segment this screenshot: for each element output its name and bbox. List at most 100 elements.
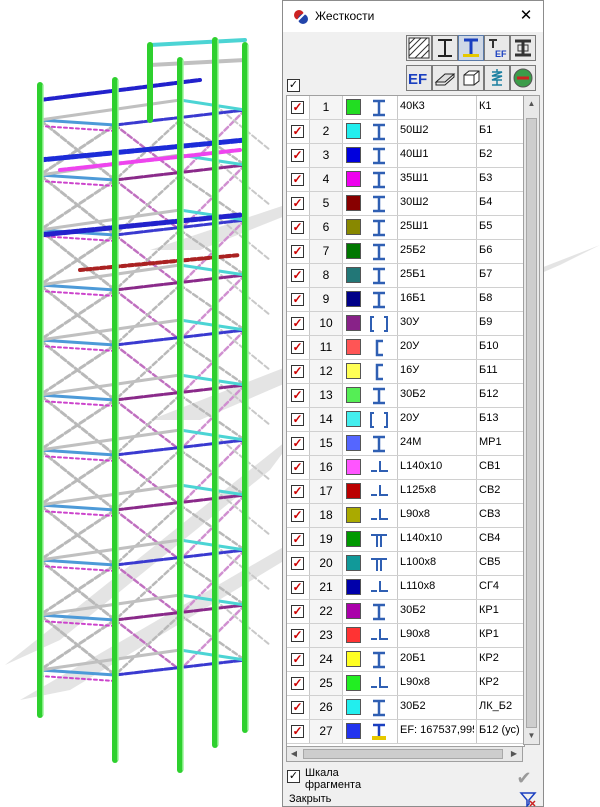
table-row[interactable]: ✓ 9 16Б1 Б8 xyxy=(287,288,524,312)
color-swatch[interactable] xyxy=(346,387,361,403)
global-icon[interactable] xyxy=(510,65,536,91)
table-row[interactable]: ✓ 7 25Б2 Б6 xyxy=(287,240,524,264)
table-row[interactable]: ✓ 27 EF: 167537,995 Б12 (ус) xyxy=(287,720,524,744)
table-row[interactable]: ✓ 24 20Б1 КР2 xyxy=(287,648,524,672)
table-row[interactable]: ✓ 8 25Б1 Б7 xyxy=(287,264,524,288)
row-visibility-checkbox[interactable]: ✓ xyxy=(291,245,304,258)
table-row[interactable]: ✓ 5 30Ш2 Б4 xyxy=(287,192,524,216)
color-swatch[interactable] xyxy=(346,99,361,115)
table-row[interactable]: ✓ 13 30Б2 Б12 xyxy=(287,384,524,408)
table-row[interactable]: ✓ 26 30Б2 ЛК_Б2 xyxy=(287,696,524,720)
fragment-scale-checkbox[interactable]: ✓ xyxy=(287,770,300,783)
table-row[interactable]: ✓ 4 35Ш1 Б3 xyxy=(287,168,524,192)
row-visibility-checkbox[interactable]: ✓ xyxy=(291,461,304,474)
composite-section-icon[interactable] xyxy=(510,35,536,61)
row-visibility-checkbox[interactable]: ✓ xyxy=(291,509,304,522)
row-visibility-checkbox[interactable]: ✓ xyxy=(291,269,304,282)
horizontal-scrollbar[interactable]: ◀ ▶ xyxy=(286,746,523,762)
color-swatch[interactable] xyxy=(346,531,361,547)
row-visibility-checkbox[interactable]: ✓ xyxy=(291,485,304,498)
i-beam-color-icon[interactable] xyxy=(458,35,484,61)
table-row[interactable]: ✓ 16 L140x10 СВ1 xyxy=(287,456,524,480)
table-row[interactable]: ✓ 6 25Ш1 Б5 xyxy=(287,216,524,240)
spring-icon[interactable] xyxy=(484,65,510,91)
color-swatch[interactable] xyxy=(346,243,361,259)
section-ef-icon[interactable]: EF xyxy=(484,35,510,61)
color-swatch[interactable] xyxy=(346,123,361,139)
table-row[interactable]: ✓ 3 40Ш1 Б2 xyxy=(287,144,524,168)
table-row[interactable]: ✓ 2 50Ш2 Б1 xyxy=(287,120,524,144)
row-visibility-checkbox[interactable]: ✓ xyxy=(291,389,304,402)
row-visibility-checkbox[interactable]: ✓ xyxy=(291,437,304,450)
solid-icon[interactable] xyxy=(458,65,484,91)
horizontal-scroll-thumb[interactable] xyxy=(303,749,503,759)
close-icon[interactable]: ✕ xyxy=(515,6,537,26)
row-visibility-checkbox[interactable]: ✓ xyxy=(291,173,304,186)
color-swatch[interactable] xyxy=(346,459,361,475)
color-swatch[interactable] xyxy=(346,363,361,379)
color-swatch[interactable] xyxy=(346,675,361,691)
color-swatch[interactable] xyxy=(346,171,361,187)
color-swatch[interactable] xyxy=(346,627,361,643)
table-row[interactable]: ✓ 21 L110x8 СГ4 xyxy=(287,576,524,600)
row-visibility-checkbox[interactable]: ✓ xyxy=(291,293,304,306)
scroll-down-icon[interactable]: ▼ xyxy=(524,728,539,744)
row-visibility-checkbox[interactable]: ✓ xyxy=(291,317,304,330)
color-swatch[interactable] xyxy=(346,219,361,235)
table-row[interactable]: ✓ 11 20У Б10 xyxy=(287,336,524,360)
ef-icon[interactable]: EF xyxy=(406,65,432,91)
close-button[interactable]: Закрыть xyxy=(289,793,331,805)
table-row[interactable]: ✓ 25 L90x8 КР2 xyxy=(287,672,524,696)
color-swatch[interactable] xyxy=(346,603,361,619)
row-visibility-checkbox[interactable]: ✓ xyxy=(291,221,304,234)
row-visibility-checkbox[interactable]: ✓ xyxy=(291,101,304,114)
row-visibility-checkbox[interactable]: ✓ xyxy=(291,365,304,378)
row-visibility-checkbox[interactable]: ✓ xyxy=(291,413,304,426)
table-row[interactable]: ✓ 20 L100x8 СВ5 xyxy=(287,552,524,576)
row-visibility-checkbox[interactable]: ✓ xyxy=(291,533,304,546)
color-swatch[interactable] xyxy=(346,651,361,667)
vertical-scrollbar[interactable]: ▲ ▼ xyxy=(523,95,540,745)
row-visibility-checkbox[interactable]: ✓ xyxy=(291,725,304,738)
color-swatch[interactable] xyxy=(346,267,361,283)
color-swatch[interactable] xyxy=(346,195,361,211)
row-visibility-checkbox[interactable]: ✓ xyxy=(291,581,304,594)
table-row[interactable]: ✓ 22 30Б2 КР1 xyxy=(287,600,524,624)
color-swatch[interactable] xyxy=(346,483,361,499)
row-visibility-checkbox[interactable]: ✓ xyxy=(291,653,304,666)
hatch-section-icon[interactable] xyxy=(406,35,432,61)
table-row[interactable]: ✓ 17 L125x8 СВ2 xyxy=(287,480,524,504)
scroll-right-icon[interactable]: ▶ xyxy=(507,746,521,762)
row-visibility-checkbox[interactable]: ✓ xyxy=(291,557,304,570)
row-visibility-checkbox[interactable]: ✓ xyxy=(291,341,304,354)
table-row[interactable]: ✓ 14 20У Б13 xyxy=(287,408,524,432)
plate-icon[interactable] xyxy=(432,65,458,91)
table-row[interactable]: ✓ 1 40К3 К1 xyxy=(287,96,524,120)
color-swatch[interactable] xyxy=(346,339,361,355)
row-visibility-checkbox[interactable]: ✓ xyxy=(291,701,304,714)
filter-icon[interactable] xyxy=(519,791,537,807)
color-swatch[interactable] xyxy=(346,579,361,595)
scroll-up-icon[interactable]: ▲ xyxy=(524,96,539,112)
color-swatch[interactable] xyxy=(346,699,361,715)
color-swatch[interactable] xyxy=(346,435,361,451)
color-swatch[interactable] xyxy=(346,723,361,739)
table-row[interactable]: ✓ 19 L140x10 СВ4 xyxy=(287,528,524,552)
color-swatch[interactable] xyxy=(346,507,361,523)
table-row[interactable]: ✓ 18 L90x8 СВ3 xyxy=(287,504,524,528)
row-visibility-checkbox[interactable]: ✓ xyxy=(291,629,304,642)
table-row[interactable]: ✓ 12 16У Б11 xyxy=(287,360,524,384)
scroll-left-icon[interactable]: ◀ xyxy=(287,746,301,762)
color-swatch[interactable] xyxy=(346,291,361,307)
color-swatch[interactable] xyxy=(346,555,361,571)
table-row[interactable]: ✓ 23 L90x8 КР1 xyxy=(287,624,524,648)
row-visibility-checkbox[interactable]: ✓ xyxy=(291,149,304,162)
checkmark-icon[interactable]: ✔ xyxy=(513,767,535,789)
row-visibility-checkbox[interactable]: ✓ xyxy=(291,125,304,138)
row-visibility-checkbox[interactable]: ✓ xyxy=(291,677,304,690)
select-all-checkbox[interactable]: ✓ xyxy=(287,79,300,92)
color-swatch[interactable] xyxy=(346,315,361,331)
table-row[interactable]: ✓ 10 30У Б9 xyxy=(287,312,524,336)
i-beam-outline-icon[interactable] xyxy=(432,35,458,61)
row-visibility-checkbox[interactable]: ✓ xyxy=(291,605,304,618)
